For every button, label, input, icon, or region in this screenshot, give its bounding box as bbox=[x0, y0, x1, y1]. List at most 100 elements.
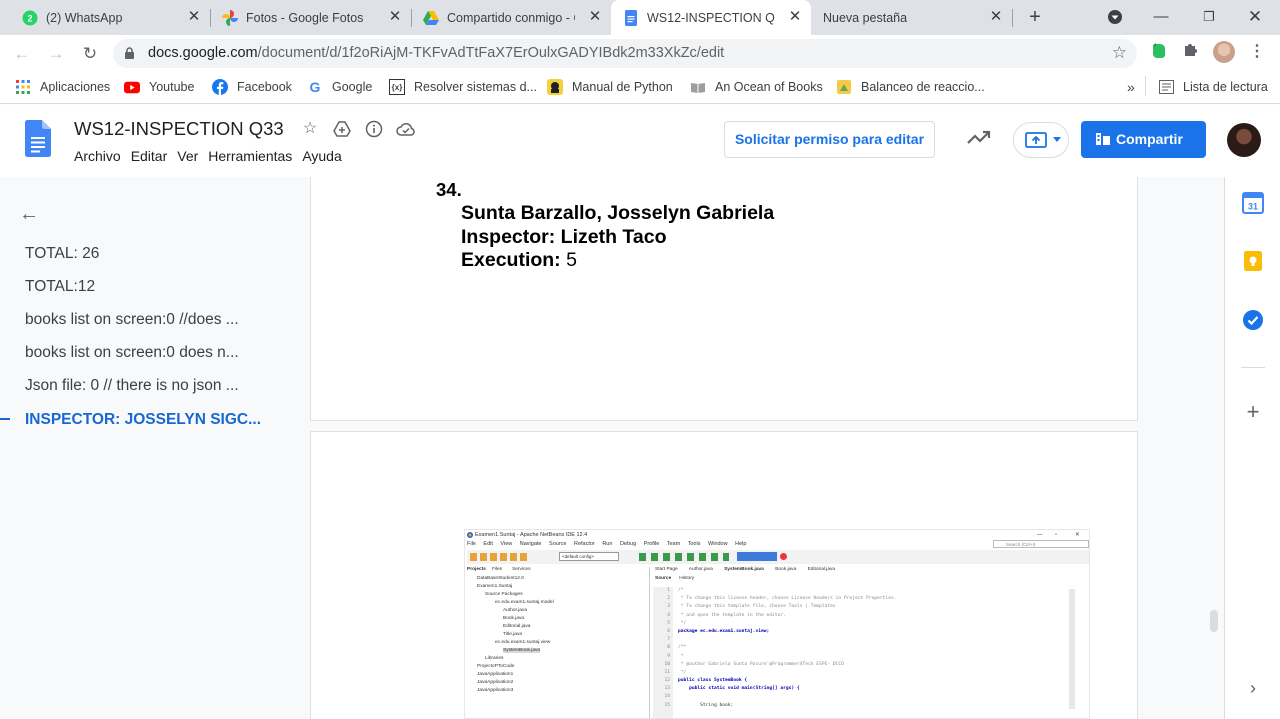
tab-title: WS12-INSPECTION Q33 bbox=[647, 10, 775, 25]
reading-list-button[interactable]: Lista de lectura bbox=[1158, 79, 1268, 95]
request-edit-button[interactable]: Solicitar permiso para editar bbox=[724, 121, 935, 158]
ide-menu-item: Team bbox=[666, 541, 681, 547]
profile-avatar[interactable] bbox=[1213, 41, 1235, 63]
keep-icon[interactable] bbox=[1242, 250, 1264, 272]
menu-editar[interactable]: Editar bbox=[131, 148, 168, 164]
tab-search-icon[interactable] bbox=[1092, 0, 1138, 35]
bookmark-youtube[interactable]: Youtube bbox=[124, 79, 194, 95]
close-tab-icon[interactable]: ✕ bbox=[988, 9, 1004, 25]
close-tab-icon[interactable]: ✕ bbox=[787, 9, 803, 25]
ide-menu-item: Refactor bbox=[574, 541, 595, 547]
execution-value: 5 bbox=[560, 249, 577, 271]
tree-node: Title.java bbox=[503, 632, 523, 637]
address-bar[interactable]: docs.google.com/document/d/1f2oRiAjM-TKF… bbox=[113, 39, 1137, 68]
netbeans-screenshot-image[interactable]: Examen1.Suntaj - Apache NetBeans IDE 12.… bbox=[464, 529, 1090, 719]
document-workspace: ← TOTAL: 26 TOTAL:12 books list on scree… bbox=[0, 177, 1224, 719]
close-tab-icon[interactable]: ✕ bbox=[587, 9, 603, 25]
menu-herramientas[interactable]: Herramientas bbox=[208, 148, 292, 164]
new-tab-plus-icon[interactable]: + bbox=[1024, 7, 1046, 29]
forward-arrow-icon[interactable]: → bbox=[45, 43, 67, 65]
share-button[interactable]: Compartir bbox=[1081, 121, 1206, 158]
tree-node: JavaApplication3 bbox=[477, 688, 514, 693]
menu-archivo[interactable]: Archivo bbox=[74, 148, 121, 164]
ide-menubar: File Edit View Navigate Source Refactor … bbox=[467, 541, 752, 547]
ide-run-icons bbox=[639, 553, 729, 561]
extensions-puzzle-icon[interactable] bbox=[1180, 41, 1202, 63]
ide-scrollbar bbox=[1069, 589, 1075, 709]
bookmark-apps[interactable]: Aplicaciones bbox=[15, 79, 110, 95]
tab-shared-with-me[interactable]: Compartido conmigo - G ✕ bbox=[411, 0, 611, 35]
chrome-menu-icon[interactable]: ⋮ bbox=[1246, 41, 1268, 63]
ide-menu-item: Navigate bbox=[519, 541, 542, 547]
bookmarks-more-button[interactable]: » bbox=[1127, 79, 1135, 95]
ide-code-line bbox=[678, 637, 897, 645]
outline-item[interactable]: books list on screen:0 does n... bbox=[25, 344, 265, 362]
google-docs-logo-icon[interactable] bbox=[25, 120, 51, 157]
document-page[interactable]: Examen1.Suntaj - Apache NetBeans IDE 12.… bbox=[311, 432, 1137, 719]
add-shortcut-drive-icon[interactable] bbox=[332, 119, 352, 139]
account-avatar[interactable] bbox=[1227, 123, 1261, 157]
close-window-icon[interactable]: ✕ bbox=[1232, 0, 1278, 35]
ide-code-line: /** bbox=[678, 645, 687, 651]
ide-editor-tab: SystemBook.java bbox=[724, 567, 764, 572]
tab-google-photos[interactable]: Fotos - Google Fotos ✕ bbox=[210, 0, 412, 35]
entry-number: 34. bbox=[436, 179, 462, 200]
reload-icon[interactable]: ↻ bbox=[79, 43, 101, 65]
evernote-extension-icon[interactable] bbox=[1148, 41, 1170, 63]
ide-memory-meter bbox=[737, 552, 777, 561]
tab-whatsapp[interactable]: 2 (2) WhatsApp ✕ bbox=[0, 0, 211, 35]
close-outline-arrow-icon[interactable]: ← bbox=[19, 203, 39, 226]
expand-panel-chevron-icon[interactable]: › bbox=[1242, 677, 1264, 699]
document-page[interactable]: 34. Sunta Barzallo, Josselyn Gabriela In… bbox=[311, 177, 1137, 420]
ide-title: Examen1.Suntaj - Apache NetBeans IDE 12.… bbox=[465, 530, 1089, 540]
ide-editor-tab: Start Page bbox=[655, 567, 678, 572]
document-scrollbar-thumb[interactable] bbox=[1210, 610, 1218, 632]
bookmark-manual-python[interactable]: Manual de Python bbox=[547, 79, 673, 95]
info-icon[interactable] bbox=[364, 119, 384, 139]
bookmark-balanceo[interactable]: Balanceo de reaccio... bbox=[836, 79, 985, 95]
cloud-saved-icon[interactable] bbox=[396, 119, 416, 139]
add-addon-plus-icon[interactable]: + bbox=[1242, 401, 1264, 423]
ide-close-icon: ✕ bbox=[1075, 532, 1080, 538]
outline-item-active[interactable]: INSPECTOR: JOSSELYN SIGC... bbox=[25, 411, 265, 429]
tree-node: JavaApplication1 bbox=[477, 672, 514, 677]
tasks-icon[interactable] bbox=[1242, 309, 1264, 331]
menu-ayuda[interactable]: Ayuda bbox=[302, 148, 341, 164]
ide-line-number: 3 bbox=[667, 604, 670, 610]
close-tab-icon[interactable]: ✕ bbox=[387, 9, 403, 25]
document-outline: ← TOTAL: 26 TOTAL:12 books list on scree… bbox=[0, 177, 300, 719]
restore-window-icon[interactable]: ❐ bbox=[1186, 0, 1232, 35]
ide-menu-item: Debug bbox=[619, 541, 637, 547]
close-tab-icon[interactable]: ✕ bbox=[186, 9, 202, 25]
ide-search-field: Search (Ctrl+I) bbox=[993, 540, 1089, 548]
present-button[interactable] bbox=[1013, 122, 1069, 158]
ide-line-number: 4 bbox=[667, 612, 670, 618]
ide-code-line: * bbox=[678, 653, 684, 659]
ide-stop-icon bbox=[780, 553, 787, 560]
tab-new-tab[interactable]: Nueva pestaña ✕ bbox=[811, 0, 1013, 35]
google-docs-icon bbox=[625, 9, 637, 26]
outline-item[interactable]: Json file: 0 // there is no json ... bbox=[25, 377, 265, 395]
bookmark-google[interactable]: G Google bbox=[307, 79, 373, 95]
outline-item[interactable]: TOTAL:12 bbox=[25, 278, 265, 296]
minimize-window-icon[interactable]: — bbox=[1138, 0, 1184, 35]
docs-header: WS12-INSPECTION Q33 ☆ Archivo Editar Ver… bbox=[0, 105, 1280, 177]
bookmark-star-icon[interactable]: ☆ bbox=[1112, 43, 1127, 63]
outline-item[interactable]: TOTAL: 26 bbox=[25, 245, 265, 263]
ide-code-line: * To change this template file, choose T… bbox=[678, 604, 836, 610]
bookmark-resolver-sistemas[interactable]: {x} Resolver sistemas d... bbox=[389, 79, 537, 95]
bookmark-ocean-of-books[interactable]: An Ocean of Books bbox=[690, 79, 823, 95]
ide-menu-item: Window bbox=[708, 541, 728, 547]
tab-title: (2) WhatsApp bbox=[46, 10, 123, 25]
bookmark-facebook[interactable]: Facebook bbox=[212, 79, 292, 95]
outline-item[interactable]: books list on screen:0 //does ... bbox=[25, 311, 265, 329]
tab-ws12-inspection[interactable]: WS12-INSPECTION Q33 ✕ bbox=[611, 0, 811, 35]
document-title[interactable]: WS12-INSPECTION Q33 bbox=[74, 118, 284, 140]
menu-ver[interactable]: Ver bbox=[177, 148, 198, 164]
back-arrow-icon[interactable]: ← bbox=[11, 43, 33, 65]
star-icon[interactable]: ☆ bbox=[300, 119, 320, 139]
ide-menu-item: Edit bbox=[483, 541, 493, 547]
activity-trend-icon[interactable] bbox=[966, 127, 992, 149]
calendar-icon[interactable]: 31 bbox=[1242, 192, 1264, 214]
bookmarks-divider bbox=[1145, 76, 1146, 96]
